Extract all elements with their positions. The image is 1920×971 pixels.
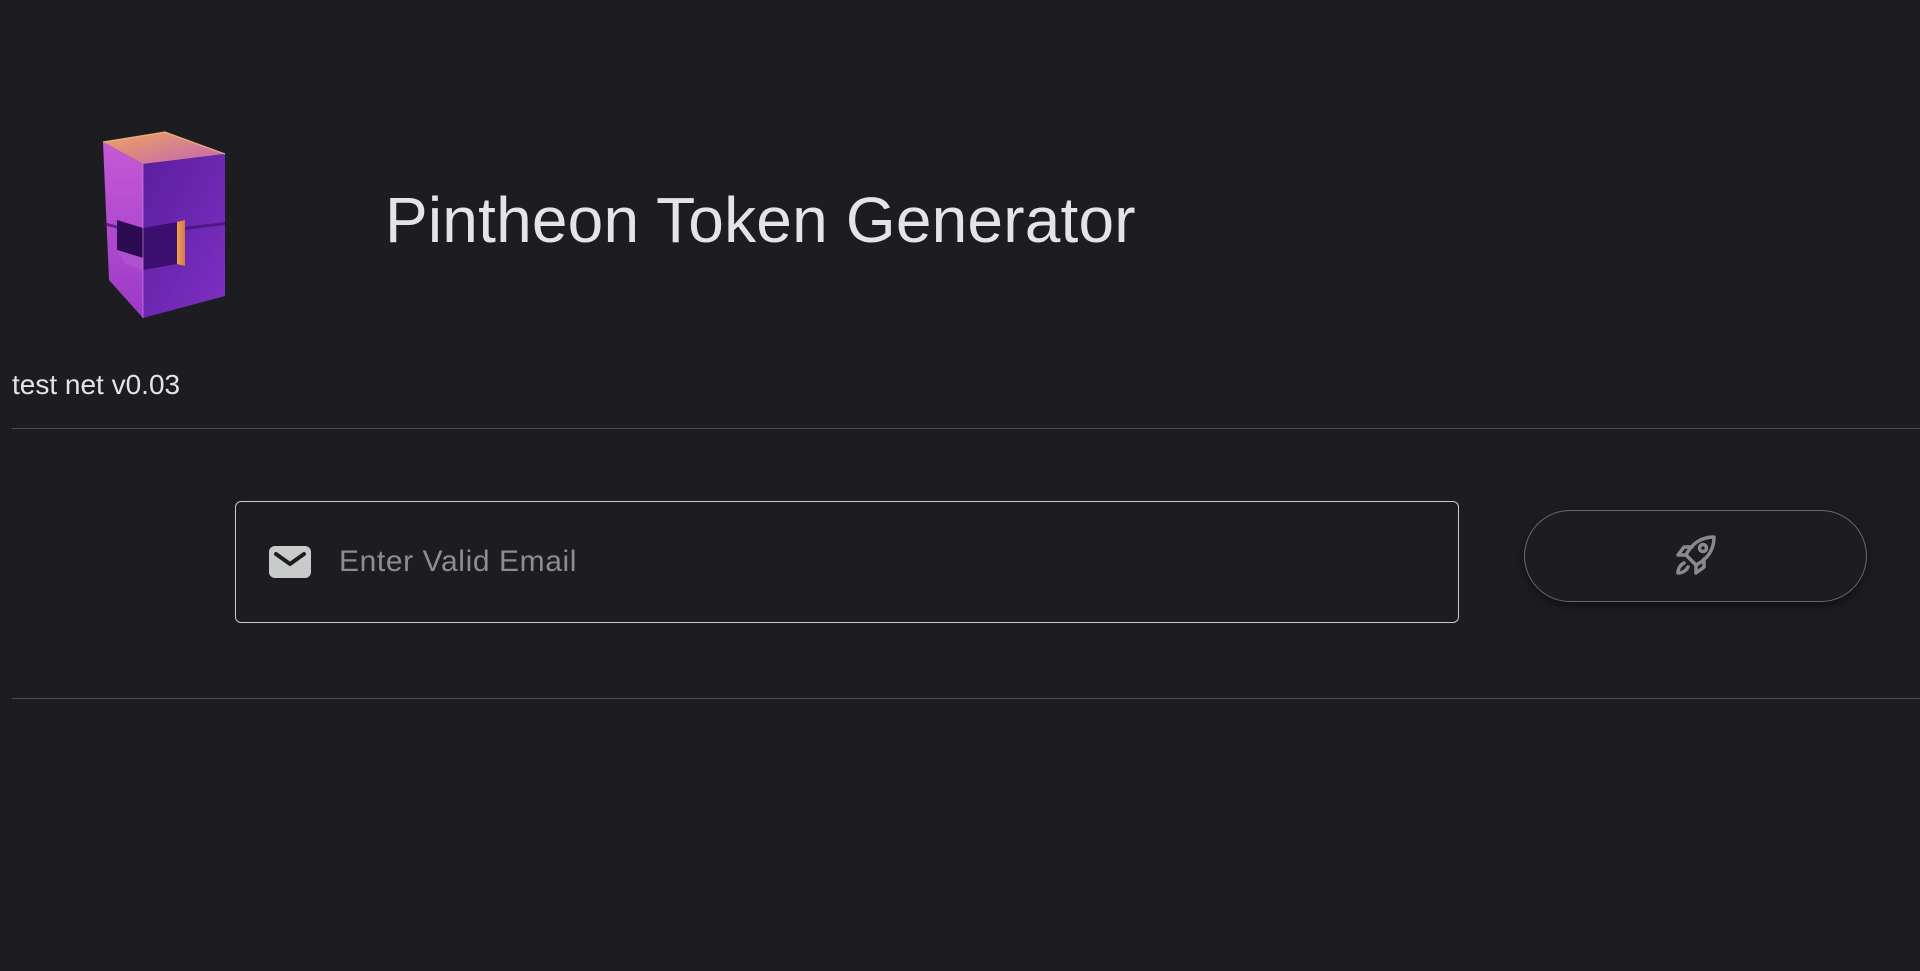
envelope-icon xyxy=(269,545,311,579)
top-divider xyxy=(12,428,1920,429)
rocket-icon xyxy=(1672,531,1720,582)
email-field-container[interactable] xyxy=(235,501,1459,623)
page: Pintheon Token Generator test net v0.03 xyxy=(0,0,1920,971)
email-field[interactable] xyxy=(337,531,1458,593)
page-title: Pintheon Token Generator xyxy=(385,184,1136,256)
generate-token-button[interactable] xyxy=(1524,510,1867,602)
bottom-divider xyxy=(12,698,1920,699)
version-label: test net v0.03 xyxy=(12,369,181,400)
cube-logo-icon xyxy=(97,128,231,323)
